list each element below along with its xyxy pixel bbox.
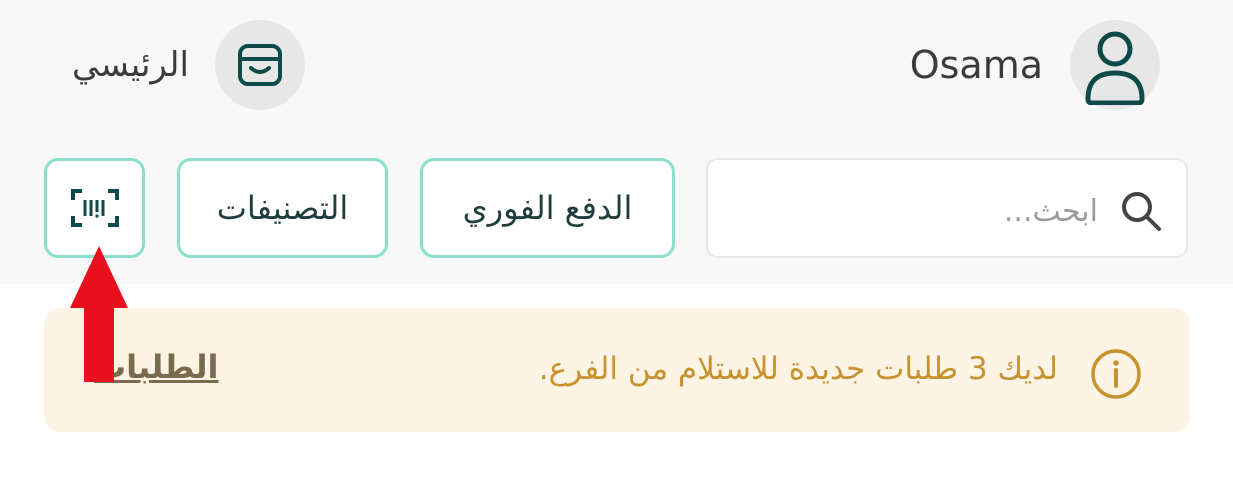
categories-button[interactable]: التصنيفات [177,158,388,258]
notice-message: لديك 3 طلبات جديدة للاستلام من الفرع. [538,351,1058,387]
home-button[interactable] [215,20,305,110]
info-icon [1091,349,1141,399]
search-input[interactable] [736,185,1100,237]
search-icon[interactable] [1120,190,1162,232]
home-label[interactable]: الرئيسي [72,40,189,90]
barcode-scan-icon [70,189,119,227]
user-icon [1085,31,1145,105]
search-box[interactable] [706,158,1188,258]
red-arrow-up [70,246,128,382]
notice-banner: لديك 3 طلبات جديدة للاستلام من الفرع. ال… [44,308,1190,432]
instant-payment-button[interactable]: الدفع الفوري [420,158,675,258]
avatar[interactable] [1070,20,1160,110]
store-icon [238,44,282,86]
user-name: Osama [909,43,1043,87]
scan-button[interactable] [44,158,145,258]
